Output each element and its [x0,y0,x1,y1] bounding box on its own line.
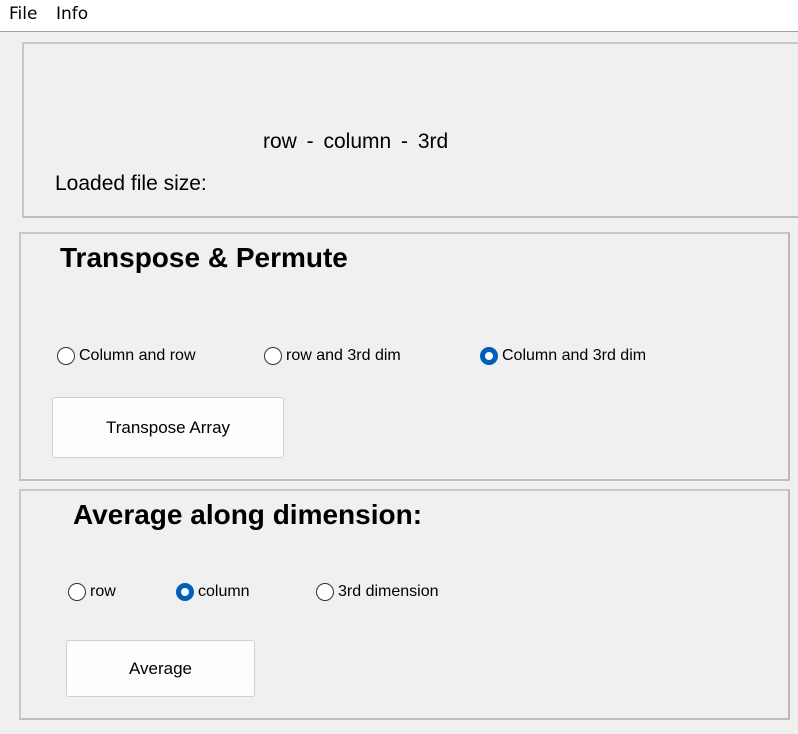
transpose-permute-panel: Transpose & Permute Column and row row a… [19,232,790,481]
radio-column-and-3rd-dim[interactable]: Column and 3rd dim [480,347,646,365]
menu-info[interactable]: Info [56,4,88,24]
radio-circle-icon [480,347,498,365]
radio-label: column [198,583,250,600]
menu-bar: File Info [0,0,798,32]
radio-circle-icon [264,347,282,365]
loaded-file-size-label: Loaded file size: [55,172,207,195]
radio-circle-icon [176,583,194,601]
radio-label: Column and 3rd dim [502,347,647,364]
dimensions-label: row - column - 3rd [263,130,449,153]
average-button[interactable]: Average [66,640,255,697]
radio-row[interactable]: row [68,583,116,601]
menu-file[interactable]: File [9,4,37,24]
radio-column-and-row[interactable]: Column and row [57,347,196,365]
transpose-array-button[interactable]: Transpose Array [52,397,284,458]
radio-column[interactable]: column [176,583,250,601]
radio-3rd-dimension[interactable]: 3rd dimension [316,583,439,601]
radio-label: row [90,583,116,600]
radio-label: 3rd dimension [338,583,439,600]
radio-circle-icon [316,583,334,601]
file-info-panel: row - column - 3rd Loaded file size: [22,42,798,218]
radio-label: row and 3rd dim [286,347,401,364]
average-panel: Average along dimension: row column 3rd … [19,489,790,720]
radio-label: Column and row [79,347,196,364]
radio-circle-icon [68,583,86,601]
transpose-panel-title: Transpose & Permute [60,242,348,273]
average-panel-title: Average along dimension: [73,499,423,530]
radio-circle-icon [57,347,75,365]
radio-row-and-3rd-dim[interactable]: row and 3rd dim [264,347,401,365]
